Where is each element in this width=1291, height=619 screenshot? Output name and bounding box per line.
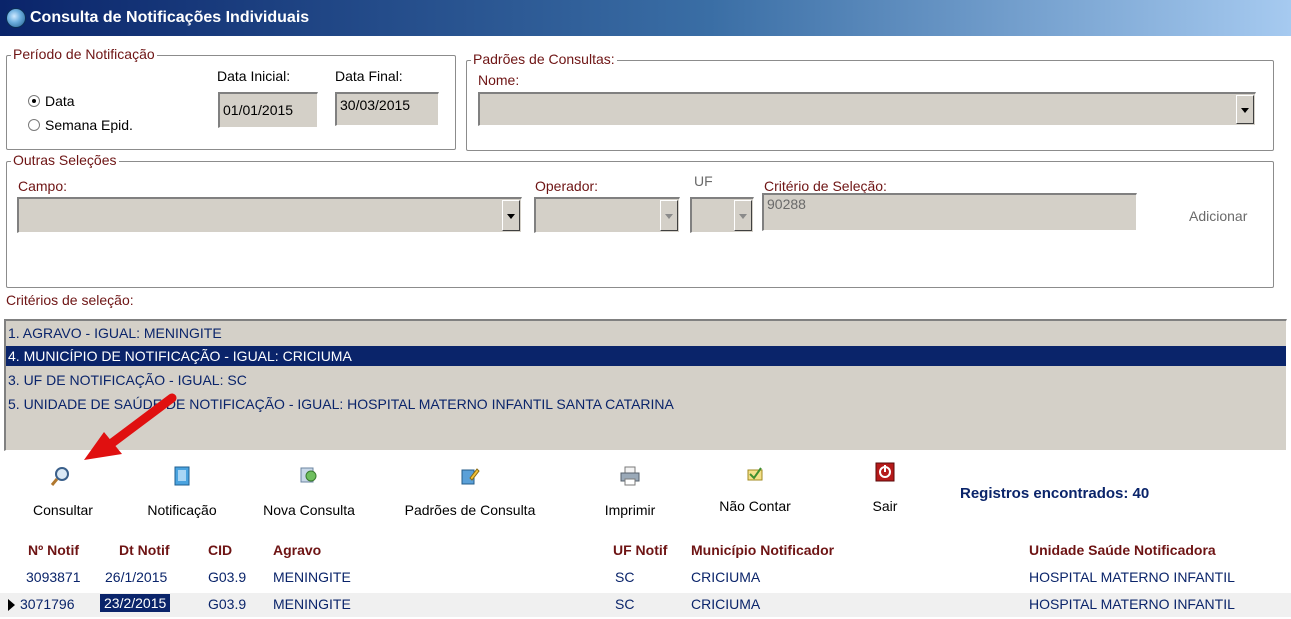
- col-dt-notif[interactable]: Dt Notif: [119, 542, 170, 558]
- cell-cid: G03.9: [208, 569, 247, 585]
- criterios-label: Critérios de seleção:: [6, 292, 134, 308]
- col-agravo[interactable]: Agravo: [273, 542, 321, 558]
- consultar-label: Consultar: [33, 502, 93, 518]
- campo-combo[interactable]: [17, 197, 522, 233]
- cell-cid: G03.9: [208, 596, 247, 612]
- current-row-indicator-icon: [8, 599, 15, 611]
- list-item[interactable]: 5. UNIDADE DE SAÚDE DE NOTIFICAÇÃO - IGU…: [6, 394, 1286, 414]
- periodo-legend: Período de Notificação: [11, 46, 157, 62]
- chevron-down-icon[interactable]: [502, 200, 520, 231]
- cell-municipio: CRICIUMA: [691, 569, 761, 585]
- nome-combo[interactable]: [478, 92, 1256, 126]
- cell-dt-notif: 26/1/2015: [105, 569, 168, 585]
- operador-label: Operador:: [535, 178, 599, 194]
- col-num-notif[interactable]: Nº Notif: [28, 542, 79, 558]
- app-icon: [6, 8, 26, 28]
- nome-label: Nome:: [478, 72, 520, 88]
- sair-button[interactable]: Sair: [855, 462, 915, 526]
- cell-num-notif: 3071796: [20, 596, 75, 612]
- registros-encontrados: Registros encontrados: 40: [960, 485, 1150, 502]
- magnifier-icon: [50, 467, 69, 486]
- criterio-label: Critério de Seleção:: [764, 178, 887, 194]
- radio-data[interactable]: [28, 95, 40, 107]
- cell-agravo: MENINGITE: [273, 569, 351, 585]
- cell-dt-notif-selected: 23/2/2015: [100, 594, 171, 612]
- printer-icon: [620, 466, 640, 486]
- nao-contar-label: Não Contar: [719, 498, 791, 514]
- radio-semana-label[interactable]: Semana Epid.: [45, 117, 133, 133]
- sair-label: Sair: [872, 498, 898, 514]
- table-row[interactable]: 3093871 26/1/2015 G03.9 MENINGITE SC CRI…: [0, 566, 1291, 590]
- cell-agravo: MENINGITE: [273, 596, 351, 612]
- new-query-icon: [300, 467, 317, 483]
- notification-icon: [174, 466, 190, 486]
- outras-legend: Outras Seleções: [11, 152, 119, 168]
- nao-contar-button[interactable]: Não Contar: [705, 466, 805, 526]
- data-inicial-label: Data Inicial:: [217, 68, 291, 84]
- notificacao-label: Notificação: [147, 502, 217, 518]
- uf-label: UF: [694, 173, 713, 189]
- cell-municipio: CRICIUMA: [691, 596, 761, 612]
- chevron-down-icon[interactable]: [734, 200, 752, 231]
- table-row[interactable]: 3071796 23/2/2015 G03.9 MENINGITE SC CRI…: [0, 593, 1291, 617]
- radio-data-label[interactable]: Data: [45, 93, 75, 109]
- cell-unidade: HOSPITAL MATERNO INFANTIL: [1029, 596, 1235, 612]
- exit-icon: [875, 462, 895, 482]
- title-bar: Consulta de Notificações Individuais: [0, 0, 1291, 36]
- chevron-down-icon[interactable]: [660, 200, 678, 231]
- cell-unidade: HOSPITAL MATERNO INFANTIL: [1029, 569, 1235, 585]
- list-item[interactable]: 1. AGRAVO - IGUAL: MENINGITE: [6, 323, 1286, 343]
- consultar-button[interactable]: Consultar: [18, 466, 108, 526]
- data-final-field[interactable]: 30/03/2015: [335, 92, 439, 126]
- radio-semana-epid[interactable]: [28, 119, 40, 131]
- col-municipio[interactable]: Município Notificador: [691, 542, 834, 558]
- cell-uf: SC: [615, 596, 635, 612]
- red-arrow-annotation: [84, 393, 177, 460]
- criterios-list[interactable]: 1. AGRAVO - IGUAL: MENINGITE 4. MUNICÍPI…: [4, 319, 1287, 451]
- col-unidade-saude[interactable]: Unidade Saúde Notificadora: [1029, 542, 1216, 558]
- table-header: Nº Notif Dt Notif CID Agravo UF Notif Mu…: [0, 538, 1291, 562]
- list-item[interactable]: 3. UF DE NOTIFICAÇÃO - IGUAL: SC: [6, 370, 1286, 390]
- col-cid[interactable]: CID: [208, 542, 232, 558]
- nova-consulta-button[interactable]: Nova Consulta: [244, 466, 374, 526]
- uf-combo[interactable]: [690, 197, 754, 233]
- cell-uf: SC: [615, 569, 635, 585]
- check-folder-icon: [747, 467, 763, 481]
- imprimir-label: Imprimir: [604, 502, 656, 518]
- window-title: Consulta de Notificações Individuais: [30, 9, 310, 26]
- campo-label: Campo:: [18, 178, 68, 194]
- cell-num-notif: 3093871: [26, 569, 81, 585]
- notificacao-button[interactable]: Notificação: [132, 466, 232, 526]
- edit-pattern-icon: [461, 468, 480, 485]
- adicionar-button[interactable]: Adicionar: [1189, 208, 1247, 224]
- nova-consulta-label: Nova Consulta: [263, 502, 355, 518]
- padroes-consulta-label: Padrões de Consulta: [404, 502, 536, 518]
- padroes-consulta-button[interactable]: Padrões de Consulta: [382, 466, 558, 526]
- operador-combo[interactable]: [534, 197, 680, 233]
- chevron-down-icon[interactable]: [1236, 95, 1254, 124]
- col-uf-notif[interactable]: UF Notif: [613, 542, 667, 558]
- padroes-legend: Padrões de Consultas:: [471, 51, 617, 67]
- data-final-label: Data Final:: [335, 68, 403, 84]
- data-inicial-field[interactable]: 01/01/2015: [218, 92, 318, 128]
- list-item[interactable]: 4. MUNICÍPIO DE NOTIFICAÇÃO - IGUAL: CRI…: [6, 346, 1286, 366]
- imprimir-button[interactable]: Imprimir: [590, 466, 670, 526]
- criterio-field[interactable]: 90288: [762, 193, 1137, 231]
